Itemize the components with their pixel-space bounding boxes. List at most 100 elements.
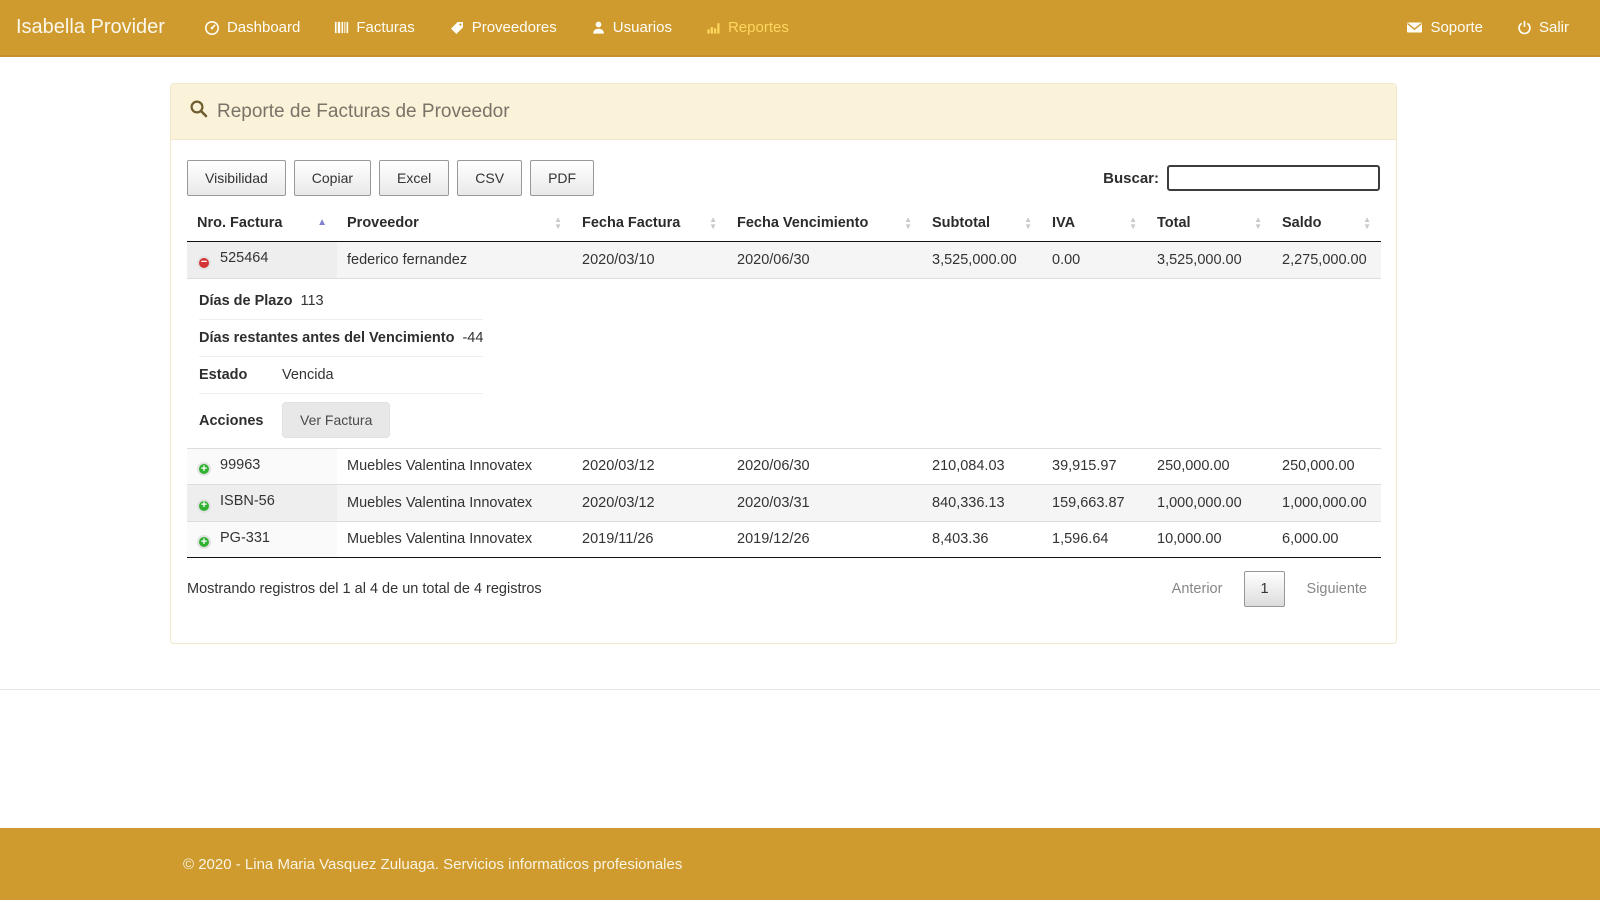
column-header-total[interactable]: Total▲▼ (1147, 206, 1272, 242)
nav-item-dashboard[interactable]: Dashboard (187, 0, 317, 55)
search-label: Buscar: (1103, 170, 1159, 187)
sort-icon: ▲▼ (1024, 216, 1032, 230)
detail-item-dias-restantes: Días restantes antes del Vencimiento-44 (199, 320, 483, 357)
column-header-subtotal[interactable]: Subtotal▲▼ (922, 206, 1042, 242)
secondary-menu: Soporte Salir (1389, 0, 1600, 55)
panel-body: Visibilidad Copiar Excel CSV PDF Buscar:… (171, 140, 1396, 643)
nav-item-proveedores[interactable]: Proveedores (432, 0, 574, 55)
brand[interactable]: Isabella Provider (0, 16, 187, 39)
report-panel: Reporte de Facturas de Proveedor Visibil… (170, 83, 1397, 644)
excel-button[interactable]: Excel (379, 160, 449, 196)
envelope-icon (1406, 20, 1423, 35)
table-row: + PG-331 Muebles Valentina Innovatex 2019… (187, 521, 1381, 558)
sort-icon: ▲▼ (1254, 216, 1262, 230)
tags-icon (449, 20, 465, 36)
nav-label: Dashboard (227, 19, 300, 36)
next-page-button[interactable]: Siguiente (1294, 572, 1380, 606)
cell-total: 10,000.00 (1147, 521, 1272, 558)
column-header-proveedor[interactable]: Proveedor▲▼ (337, 206, 572, 242)
cell-fecha-vencimiento: 2019/12/26 (727, 521, 922, 558)
copyright-text: © 2020 - Lina Maria Vasquez Zuluaga. Ser… (183, 856, 682, 873)
page-number-button[interactable]: 1 (1244, 571, 1284, 607)
nav-label: Reportes (728, 19, 789, 36)
sort-icon: ▲▼ (1129, 216, 1137, 230)
nav-label: Soporte (1430, 19, 1483, 36)
cell-fecha-vencimiento: 2020/06/30 (727, 242, 922, 279)
expand-row-icon[interactable]: + (197, 499, 211, 513)
cell-saldo: 6,000.00 (1272, 521, 1381, 558)
search-box: Buscar: (1103, 165, 1380, 191)
expand-row-icon[interactable]: + (197, 535, 211, 549)
cell-fecha-vencimiento: 2020/06/30 (727, 448, 922, 485)
previous-page-button[interactable]: Anterior (1159, 572, 1236, 606)
cell-subtotal: 3,525,000.00 (922, 242, 1042, 279)
panel-heading: Reporte de Facturas de Proveedor (171, 84, 1396, 140)
visibility-button[interactable]: Visibilidad (187, 160, 286, 196)
collapse-row-icon[interactable]: − (197, 256, 211, 270)
sort-icon: ▲▼ (1363, 216, 1371, 230)
cell-proveedor: Muebles Valentina Innovatex (337, 521, 572, 558)
column-header-fecha-vencimiento[interactable]: Fecha Vencimiento▲▼ (727, 206, 922, 242)
page-title: Reporte de Facturas de Proveedor (217, 101, 510, 123)
footer-divider (0, 689, 1600, 690)
sort-icon: ▲▼ (554, 216, 562, 230)
cell-nro-factura: PG-331 (220, 530, 270, 546)
nav-label: Proveedores (472, 19, 557, 36)
cell-iva: 1,596.64 (1042, 521, 1147, 558)
detail-item-dias-plazo: Días de Plazo113 (199, 283, 483, 320)
cell-proveedor: federico fernandez (337, 242, 572, 279)
search-icon (189, 99, 208, 124)
search-input[interactable] (1167, 165, 1380, 191)
nav-item-soporte[interactable]: Soporte (1389, 0, 1500, 55)
cell-iva: 39,915.97 (1042, 448, 1147, 485)
cell-proveedor: Muebles Valentina Innovatex (337, 448, 572, 485)
copy-button[interactable]: Copiar (294, 160, 371, 196)
page-footer: © 2020 - Lina Maria Vasquez Zuluaga. Ser… (0, 828, 1600, 900)
cell-saldo: 250,000.00 (1272, 448, 1381, 485)
cell-nro-factura: 525464 (220, 250, 268, 266)
detail-item-acciones: AccionesVer Factura (199, 394, 483, 444)
detail-item-estado: EstadoVencida (199, 357, 483, 394)
pdf-button[interactable]: PDF (530, 160, 594, 196)
pagination: Anterior 1 Siguiente (1159, 571, 1380, 607)
cell-subtotal: 840,336.13 (922, 485, 1042, 522)
table-row: −525464 federico fernandez 2020/03/10 20… (187, 242, 1381, 279)
barcode-icon (334, 20, 349, 35)
cell-saldo: 1,000,000.00 (1272, 485, 1381, 522)
cell-iva: 0.00 (1042, 242, 1147, 279)
user-icon (591, 20, 606, 35)
nav-item-salir[interactable]: Salir (1500, 0, 1586, 55)
table-footer: Mostrando registros del 1 al 4 de un tot… (187, 571, 1380, 607)
cell-iva: 159,663.87 (1042, 485, 1147, 522)
records-info: Mostrando registros del 1 al 4 de un tot… (187, 581, 542, 597)
csv-button[interactable]: CSV (457, 160, 522, 196)
sort-icon: ▲▼ (904, 216, 912, 230)
cell-nro-factura: ISBN-56 (220, 493, 275, 509)
cell-fecha-vencimiento: 2020/03/31 (727, 485, 922, 522)
dashboard-icon (204, 20, 220, 36)
cell-subtotal: 8,403.36 (922, 521, 1042, 558)
cell-subtotal: 210,084.03 (922, 448, 1042, 485)
cell-fecha-factura: 2019/11/26 (572, 521, 727, 558)
column-header-fecha-factura[interactable]: Fecha Factura▲▼ (572, 206, 727, 242)
nav-item-reportes[interactable]: Reportes (689, 0, 806, 55)
cell-total: 250,000.00 (1147, 448, 1272, 485)
table-row: +99963 Muebles Valentina Innovatex 2020/… (187, 448, 1381, 485)
row-detail: Días de Plazo113 Días restantes antes de… (187, 278, 1381, 448)
main-menu: Dashboard Facturas Proveedores Usuarios … (187, 0, 806, 55)
view-invoice-button[interactable]: Ver Factura (282, 402, 390, 438)
invoices-table: Nro. Factura▲ Proveedor▲▼ Fecha Factura▲… (187, 206, 1381, 558)
column-header-nro-factura[interactable]: Nro. Factura▲ (187, 206, 337, 242)
cell-fecha-factura: 2020/03/12 (572, 448, 727, 485)
cell-proveedor: Muebles Valentina Innovatex (337, 485, 572, 522)
cell-saldo: 2,275,000.00 (1272, 242, 1381, 279)
bar-chart-icon (706, 20, 721, 35)
table-row: + ISBN-56 Muebles Valentina Innovatex 202… (187, 485, 1381, 522)
cell-fecha-factura: 2020/03/12 (572, 485, 727, 522)
expand-row-icon[interactable]: + (197, 462, 211, 476)
column-header-saldo[interactable]: Saldo▲▼ (1272, 206, 1381, 242)
header-row: Nro. Factura▲ Proveedor▲▼ Fecha Factura▲… (187, 206, 1381, 242)
nav-item-facturas[interactable]: Facturas (317, 0, 431, 55)
nav-item-usuarios[interactable]: Usuarios (574, 0, 689, 55)
column-header-iva[interactable]: IVA▲▼ (1042, 206, 1147, 242)
